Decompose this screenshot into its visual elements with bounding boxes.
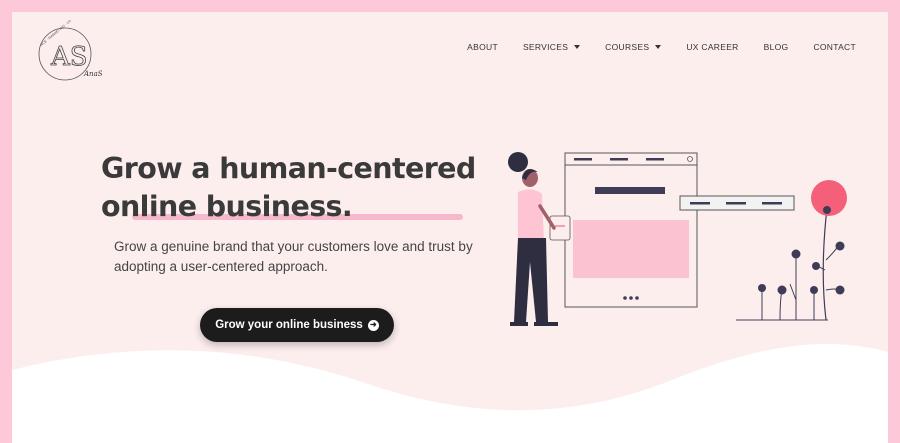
- page-frame: AS AnaSantos ACE · MARKETING · UX ABOUT …: [12, 12, 888, 443]
- chevron-down-icon: [574, 45, 581, 49]
- main-nav: ABOUT SERVICES COURSES UX CAREER BLOG CO…: [442, 42, 856, 52]
- site-logo[interactable]: AS AnaSantos ACE · MARKETING · UX: [32, 20, 102, 90]
- chevron-down-icon: [655, 45, 662, 49]
- nav-about[interactable]: ABOUT: [467, 42, 498, 52]
- nav-courses[interactable]: COURSES: [605, 42, 662, 52]
- nav-ux-career[interactable]: UX CAREER: [686, 42, 738, 52]
- logo-initials: AS: [50, 42, 88, 72]
- logo-script: AnaSantos: [83, 70, 102, 78]
- hero-subtitle: Grow a genuine brand that your customers…: [114, 239, 473, 274]
- hero-illustration: [508, 152, 847, 326]
- headline-line-1: Grow a human-centered: [101, 152, 476, 185]
- headline-line-2: online business.: [101, 190, 353, 223]
- nav-contact[interactable]: CONTACT: [813, 42, 856, 52]
- nav-services[interactable]: SERVICES: [523, 42, 581, 52]
- bottom-wave: [12, 344, 888, 443]
- nav-blog[interactable]: BLOG: [764, 42, 789, 52]
- hero-headline: Grow a human-centered online business.: [101, 150, 521, 226]
